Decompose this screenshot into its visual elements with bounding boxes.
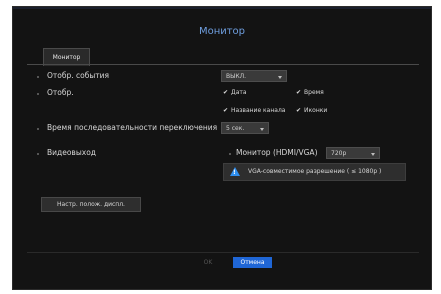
checkbox-date[interactable]: ✔ Дата [223,89,247,96]
event-display-value: ВЫКЛ. [226,73,247,80]
sequence-time-label: Время последовательности переключения [47,123,218,132]
monitor-settings-window: Монитор Монитор Отобр. события ВЫКЛ. Ото… [12,6,432,290]
checkmark-icon: ✔ [223,107,229,114]
display-label: Отобр. [47,88,74,97]
checkbox-date-label: Дата [231,89,247,96]
sequence-time-select[interactable]: 5 сек. [221,122,269,134]
warning-exclamation: ! [233,169,236,176]
checkbox-time-label: Время [304,89,324,96]
ok-button[interactable]: OK [189,257,227,268]
sequence-time-value: 5 сек. [226,125,245,132]
vga-note: ! VGA-совместимое разрешение ( ≤ 1080p ) [223,163,406,181]
cancel-button[interactable]: Отмена [233,257,272,268]
bullet-icon [37,128,39,130]
tab-divider [27,64,419,65]
footer-divider [27,252,419,253]
bullet-icon [229,153,231,155]
bullet-icon [37,76,39,78]
chevron-down-icon [278,76,282,79]
event-display-select[interactable]: ВЫКЛ. [221,70,287,82]
chevron-down-icon [371,153,375,156]
bullet-icon [37,93,39,95]
resolution-value: 720p [331,150,347,157]
display-position-button[interactable]: Настр. полож. диспл. [41,197,141,212]
vga-note-text: VGA-совместимое разрешение ( ≤ 1080p ) [248,168,382,175]
checkmark-icon: ✔ [296,107,302,114]
checkbox-icons-label: Иконки [304,107,328,114]
checkbox-channel-name-label: Название канала [231,107,286,114]
event-display-label: Отобр. события [47,71,110,80]
resolution-select[interactable]: 720p [326,147,380,159]
video-out-label: Видеовыход [47,148,96,157]
checkbox-time[interactable]: ✔ Время [296,89,324,96]
checkbox-icons[interactable]: ✔ Иконки [296,107,327,114]
checkbox-channel-name[interactable]: ✔ Название канала [223,107,285,114]
window-title: Монитор [198,26,246,37]
monitor-hdmi-vga-label: Монитор (HDMI/VGA) [236,148,318,157]
top-border [13,7,431,9]
checkmark-icon: ✔ [223,89,229,96]
chevron-down-icon [260,128,264,131]
checkmark-icon: ✔ [296,89,302,96]
bullet-icon [37,153,39,155]
